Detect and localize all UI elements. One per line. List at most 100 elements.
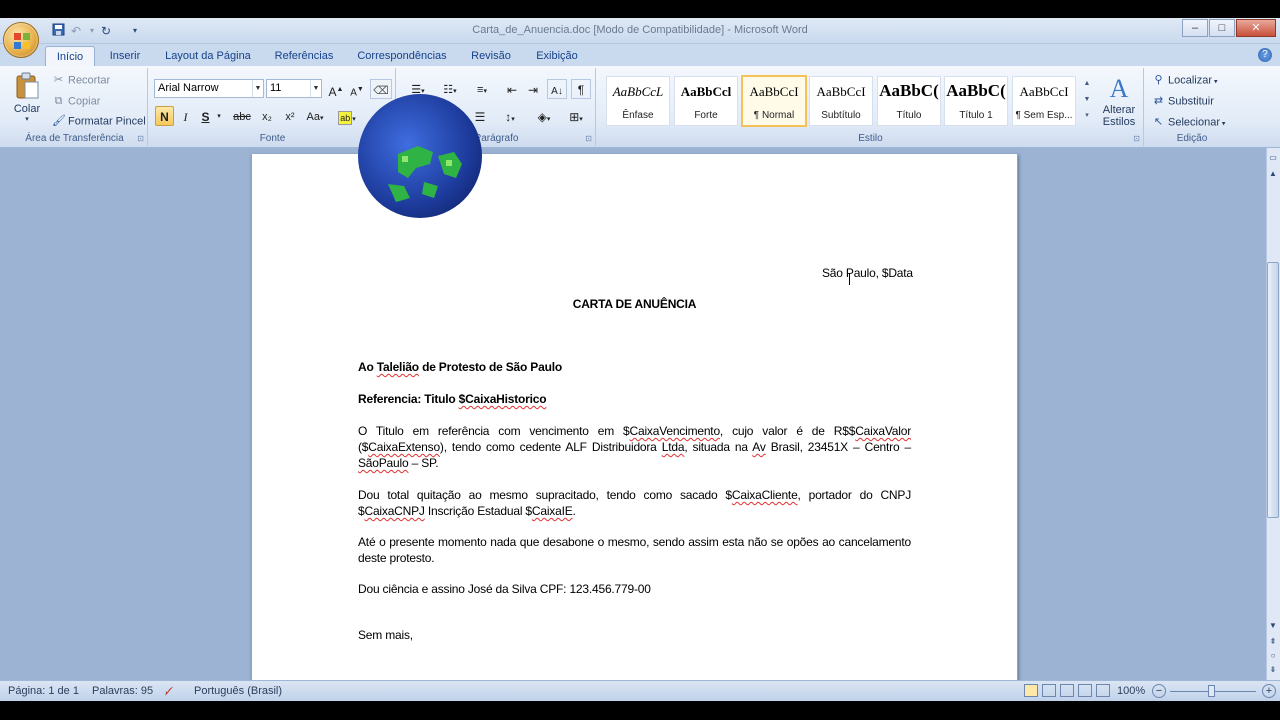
outline-view-icon[interactable] xyxy=(1078,684,1092,697)
previous-page-icon[interactable]: ⇞ xyxy=(1267,636,1279,648)
zoom-out-icon[interactable]: − xyxy=(1152,684,1166,698)
styles-launcher-icon[interactable]: ⊡ xyxy=(1133,134,1140,143)
variable-run: CaixaCNPJ xyxy=(364,504,425,518)
help-icon[interactable]: ? xyxy=(1258,48,1272,62)
style-titulo-1[interactable]: AaBbC(Título 1 xyxy=(944,76,1008,126)
change-styles-label-1: Alterar xyxy=(1102,104,1136,116)
scroll-up-icon[interactable]: ▲ xyxy=(1267,168,1279,180)
format-painter-button[interactable]: 🖌 Formatar Pincel xyxy=(52,115,146,128)
more-styles-icon[interactable]: ▾ xyxy=(1080,108,1094,124)
tab-revisao[interactable]: Revisão xyxy=(464,46,518,66)
minimize-button[interactable]: – xyxy=(1182,19,1208,37)
increase-indent-button[interactable]: ⇥ xyxy=(523,79,543,99)
close-button[interactable]: ✕ xyxy=(1236,19,1276,37)
select-button[interactable]: ↖ Selecionar ▾ xyxy=(1152,116,1226,129)
page-count[interactable]: Página: 1 de 1 xyxy=(8,685,79,697)
superscript-button[interactable]: x² xyxy=(279,106,301,126)
clipboard-group-label: Área de Transferência xyxy=(25,133,124,144)
browse-object-icon[interactable]: ○ xyxy=(1267,650,1279,662)
tab-correspondencias[interactable]: Correspondências xyxy=(350,46,454,66)
draft-view-icon[interactable] xyxy=(1096,684,1110,697)
ruler-toggle-icon[interactable]: ▭ xyxy=(1267,152,1279,164)
subscript-button[interactable]: x₂ xyxy=(256,106,278,126)
bold-button[interactable]: N xyxy=(155,106,174,126)
borders-button[interactable]: ⊞▾ xyxy=(562,106,590,126)
multilevel-list-button[interactable]: ≡▾ xyxy=(468,79,496,99)
maximize-button[interactable]: □ xyxy=(1209,19,1235,37)
style-sem-espacamento[interactable]: AaBbCcI ¶ Sem Esp... xyxy=(1012,76,1076,126)
zoom-slider-thumb[interactable] xyxy=(1208,685,1215,697)
font-size-combo[interactable]: 11 ▼ xyxy=(266,79,322,98)
proofing-icon[interactable]: ✓̸ xyxy=(164,685,173,698)
italic-button[interactable]: I xyxy=(177,106,194,126)
find-button[interactable]: ⚲ Localizar ▾ xyxy=(1152,74,1217,87)
office-logo-icon xyxy=(14,33,30,49)
paste-button[interactable]: Colar ▾ xyxy=(8,72,46,130)
clipboard-launcher-icon[interactable]: ⊡ xyxy=(137,134,144,143)
print-layout-view-icon[interactable] xyxy=(1024,684,1038,697)
scroll-up-icon[interactable]: ▲ xyxy=(1080,76,1094,92)
variable-run: CaixaIE xyxy=(531,504,573,518)
highlight-button[interactable]: ab ▾ xyxy=(332,106,362,126)
line-spacing-button[interactable]: ↕▾ xyxy=(496,106,524,126)
web-layout-view-icon[interactable] xyxy=(1060,684,1074,697)
style-titulo[interactable]: AaBbC(Título xyxy=(877,76,941,126)
style-forte[interactable]: AaBbCcl Forte xyxy=(674,76,738,126)
word-count[interactable]: Palavras: 95 xyxy=(92,685,153,697)
change-case-button[interactable]: Aa▾ xyxy=(302,106,328,126)
next-page-icon[interactable]: ⇟ xyxy=(1267,664,1279,676)
style-enfase[interactable]: AaBbCcL Ênfase xyxy=(606,76,670,126)
full-screen-view-icon[interactable] xyxy=(1042,684,1056,697)
scroll-thumb[interactable] xyxy=(1267,262,1279,518)
numbering-button[interactable]: ☷▾ xyxy=(436,79,464,99)
zoom-level[interactable]: 100% xyxy=(1117,685,1145,697)
save-icon[interactable] xyxy=(50,23,66,39)
select-label: Selecionar xyxy=(1168,116,1220,129)
language-indicator[interactable]: Português (Brasil) xyxy=(194,685,282,697)
editing-group-label: Edição xyxy=(1176,133,1208,144)
strikethrough-button[interactable]: abc xyxy=(230,106,254,126)
tab-referencias[interactable]: Referências xyxy=(268,46,340,66)
paragraph-launcher-icon[interactable]: ⊡ xyxy=(585,134,592,143)
undo-icon[interactable]: ↶ xyxy=(68,23,84,39)
variable-run: Av xyxy=(752,440,766,454)
tab-inicio[interactable]: Início xyxy=(45,46,95,66)
scroll-down-icon[interactable]: ▼ xyxy=(1267,620,1279,632)
office-button[interactable] xyxy=(3,22,39,58)
show-marks-button[interactable]: ¶ xyxy=(571,79,591,99)
cut-button[interactable]: ✂ Recortar xyxy=(52,74,110,87)
scroll-down-icon[interactable]: ▼ xyxy=(1080,92,1094,108)
change-styles-label-2: Estilos xyxy=(1102,116,1136,128)
underline-button[interactable]: S xyxy=(197,106,214,126)
shrink-font-button[interactable]: A▼ xyxy=(347,79,367,99)
date-line: São Paulo, $Data xyxy=(822,266,913,280)
zoom-in-icon[interactable]: + xyxy=(1262,684,1276,698)
style-subtitulo[interactable]: AaBbCcI Subtítulo xyxy=(809,76,873,126)
style-normal[interactable]: AaBbCcI ¶ Normal xyxy=(741,75,807,127)
shading-button[interactable]: ◈▾ xyxy=(530,106,558,126)
tab-exibicao[interactable]: Exibição xyxy=(528,46,586,66)
sort-button[interactable]: A↓ xyxy=(547,79,567,99)
styles-scroll[interactable]: ▲ ▼ ▾ xyxy=(1080,76,1094,126)
bottom-black-border xyxy=(0,701,1280,720)
variable-run: CaixaExtenso xyxy=(368,440,440,454)
underline-dropdown-icon[interactable]: ▾ xyxy=(214,106,224,126)
grow-font-button[interactable]: A▲ xyxy=(326,79,346,99)
change-styles-button[interactable]: A Alterar Estilos xyxy=(1096,74,1142,128)
clipboard-icon xyxy=(16,72,39,99)
clear-formatting-button[interactable]: ⌫ xyxy=(370,79,392,99)
paste-dropdown-icon[interactable]: ▾ xyxy=(8,115,46,123)
font-name-combo[interactable]: Arial Narrow ▼ xyxy=(154,79,264,98)
style-name: Subtítulo xyxy=(821,110,861,121)
tab-inserir[interactable]: Inserir xyxy=(100,46,150,66)
redo-icon[interactable]: ↻ xyxy=(98,23,114,39)
decrease-indent-button[interactable]: ⇤ xyxy=(502,79,522,99)
ribbon: Colar ▾ ✂ Recortar ⧉ Copiar 🖌 Formatar Pinc… xyxy=(0,66,1280,148)
font-size-value: 11 xyxy=(270,82,282,94)
replace-button[interactable]: ⇄ Substituir xyxy=(1152,95,1214,108)
style-name: ¶ Normal xyxy=(753,110,795,121)
tab-layout-da-pagina[interactable]: Layout da Página xyxy=(158,46,258,66)
copy-button[interactable]: ⧉ Copiar xyxy=(52,95,101,108)
document-page[interactable]: São Paulo, $Data CARTA DE ANUÊNCIA Ao Ta… xyxy=(251,94,1018,684)
customize-qat-icon[interactable]: ▾ xyxy=(127,23,143,39)
